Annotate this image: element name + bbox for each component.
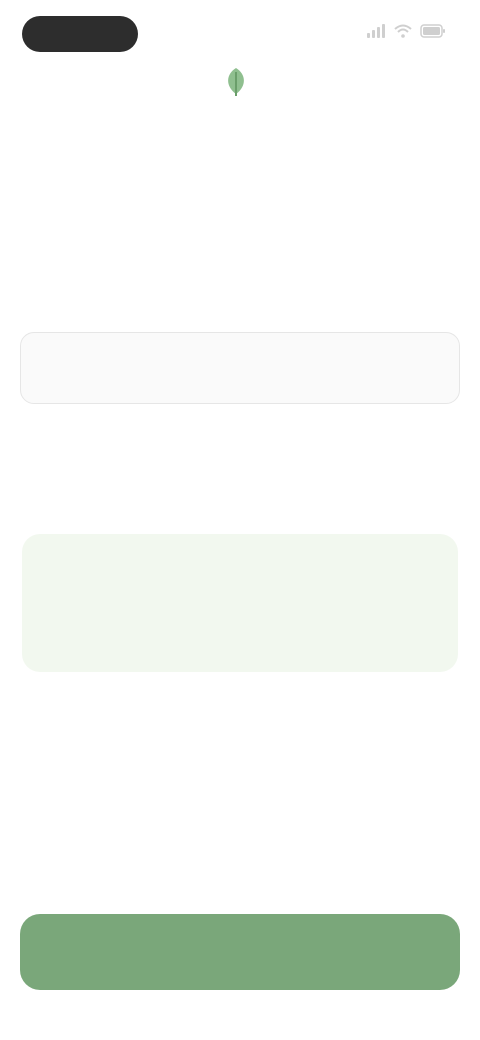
info-card [22,534,458,672]
continue-button[interactable] [20,914,460,990]
signal-icon [367,24,385,38]
battery-icon [420,24,445,38]
status-bar [0,10,480,54]
email-input[interactable] [20,332,460,404]
email-entry-screen [0,0,480,1040]
leaf-icon [228,68,244,96]
status-icons [366,24,446,38]
wifi-icon [394,24,412,38]
status-time-pill [22,16,138,52]
brand-header [0,66,480,98]
